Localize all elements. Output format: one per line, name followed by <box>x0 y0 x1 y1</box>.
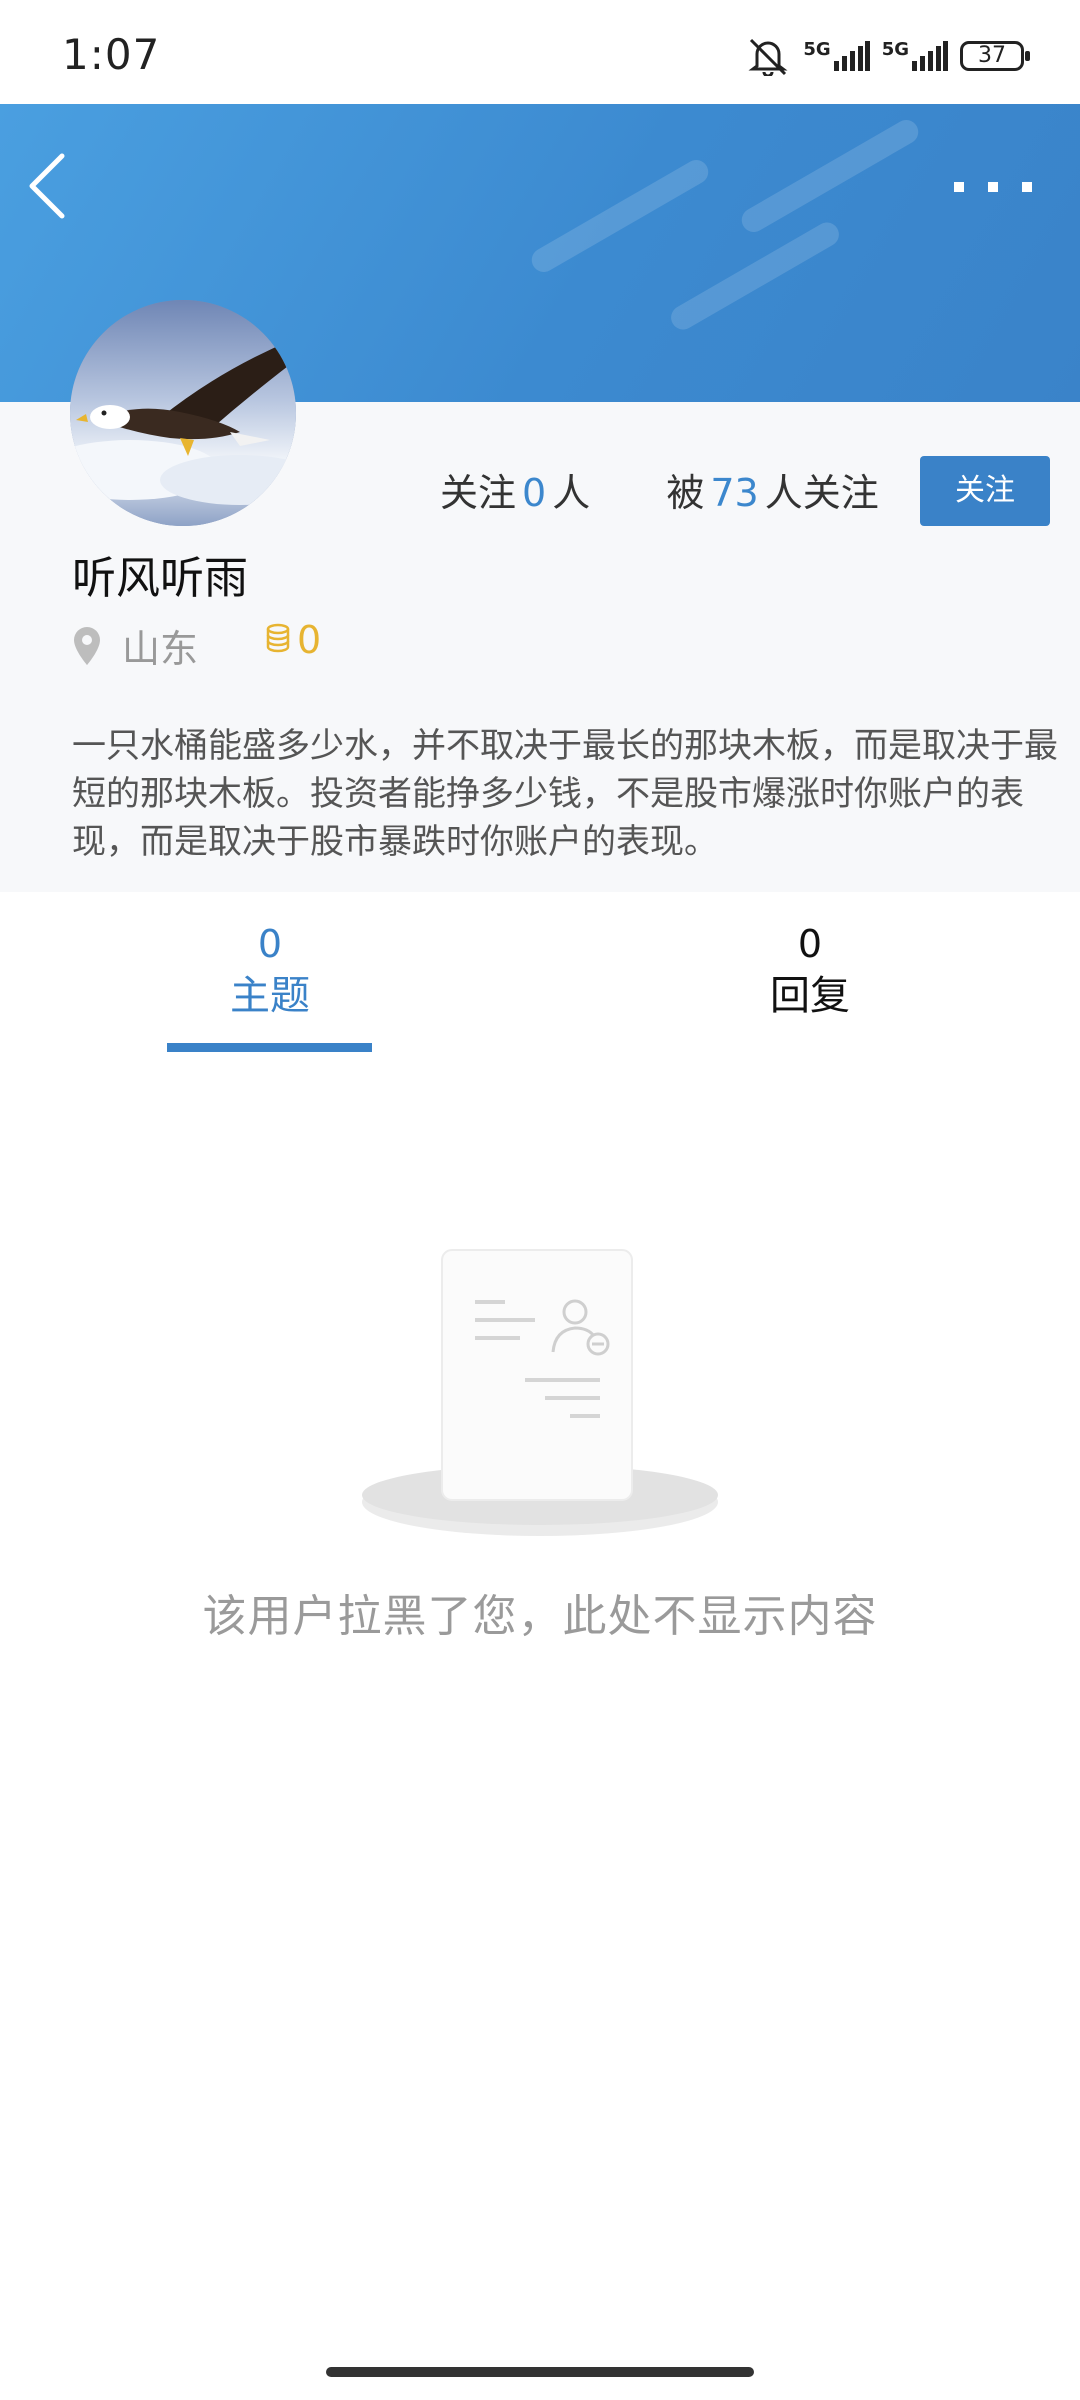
empty-state-message: 该用户拉黑了您，此处不显示内容 <box>202 1591 878 1642</box>
coin-balance: 0 <box>265 618 321 662</box>
tab-count: 0 <box>797 922 823 966</box>
follow-stats: 关注 0 人 被 73 人关注 <box>440 462 879 517</box>
banner-decoration <box>737 115 923 237</box>
signal-bars-icon <box>912 41 948 71</box>
coin-count: 0 <box>297 618 322 662</box>
chevron-left-icon <box>29 153 65 219</box>
tab-topics[interactable]: 0 主题 <box>120 920 420 1024</box>
followers-suffix: 人关注 <box>764 471 879 515</box>
status-icons: 5G 5G 37 <box>745 34 1030 78</box>
tab-label: 回复 <box>770 973 850 1019</box>
following-count: 0 <box>522 471 547 515</box>
followers-stat[interactable]: 被 73 人关注 <box>666 471 878 515</box>
following-stat[interactable]: 关注 0 人 <box>440 471 602 515</box>
mute-bell-icon <box>748 38 788 76</box>
network-type-2: 5G <box>881 39 909 60</box>
status-time: 1:07 <box>62 30 161 79</box>
avatar[interactable] <box>70 300 296 526</box>
blocked-document-icon <box>362 1249 718 1536</box>
signal-1: 5G <box>803 39 870 71</box>
location-text: 山东 <box>122 627 199 671</box>
followers-prefix: 被 <box>666 471 705 515</box>
signal-bars-icon <box>833 41 870 71</box>
empty-state-illustration <box>330 1240 750 1560</box>
profile-bio: 一只水桶能盛多少水，并不取决于最长的那块木板，而是取决于最短的那块木板。投资者能… <box>72 726 1058 862</box>
username: 听风听雨 <box>72 553 248 604</box>
battery-icon: 37 <box>960 41 1030 71</box>
back-button[interactable] <box>20 140 90 230</box>
banner-decoration <box>666 218 844 334</box>
banner-decoration <box>527 155 713 277</box>
tab-label: 主题 <box>230 973 310 1019</box>
tab-replies[interactable]: 0 回复 <box>660 920 960 1024</box>
more-dots-icon <box>954 182 1032 192</box>
eagle-avatar-image <box>70 300 296 526</box>
tab-count: 0 <box>257 922 283 966</box>
status-bar: 1:07 5G 5G 37 <box>0 0 1080 104</box>
location-pin-icon <box>74 626 100 665</box>
signal-2: 5G <box>882 41 948 71</box>
location: 山东 <box>72 618 198 673</box>
more-button[interactable] <box>950 160 1040 210</box>
coin-stack-icon <box>266 623 290 653</box>
following-suffix: 人 <box>552 471 591 515</box>
followers-count: 73 <box>710 471 759 515</box>
home-indicator[interactable] <box>326 2367 754 2377</box>
following-prefix: 关注 <box>440 471 517 515</box>
network-type-1: 5G <box>803 39 831 60</box>
active-tab-indicator <box>167 1043 372 1052</box>
follow-button[interactable]: 关注 <box>920 456 1050 526</box>
